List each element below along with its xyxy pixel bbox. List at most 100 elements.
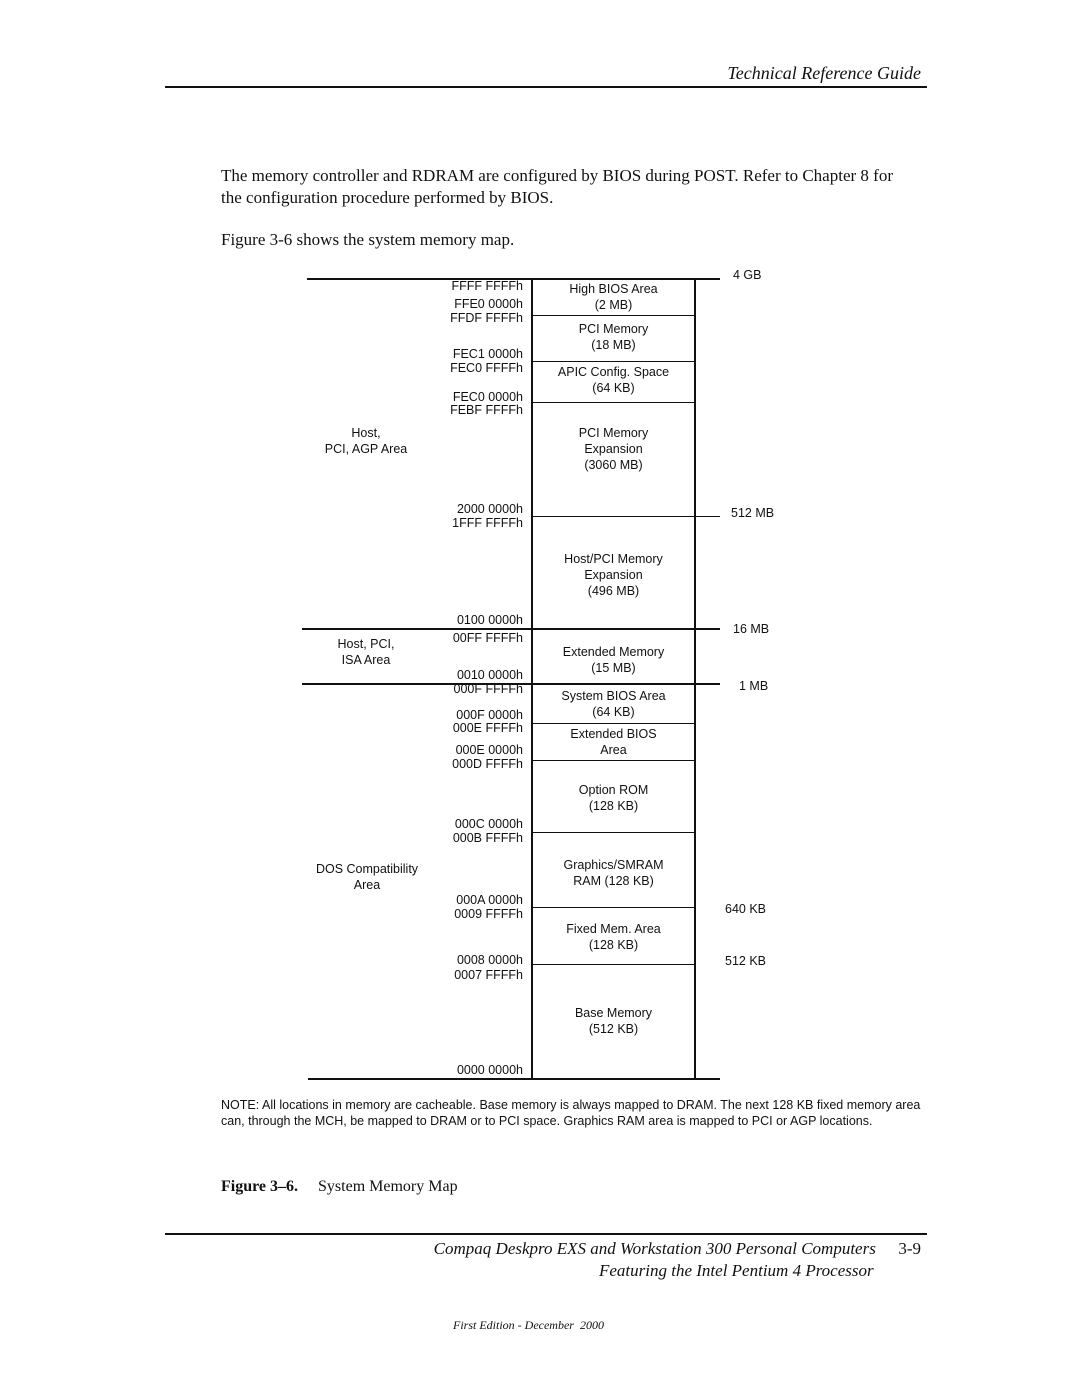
boundary-label-640kb: 640 KB	[725, 902, 767, 916]
area-label-line: PCI, AGP Area	[324, 442, 408, 456]
region-divider	[532, 361, 695, 362]
region-divider	[532, 723, 695, 724]
region-graphics-smram: Graphics/SMRAM RAM (128 KB)	[532, 857, 695, 889]
address-label: 1FFF FFFFh	[452, 516, 523, 530]
area-label-line: DOS Compatibility	[315, 862, 419, 876]
region-size: (496 MB)	[587, 584, 640, 598]
region-name-2: Expansion	[584, 442, 643, 456]
region-size: (128 KB)	[588, 799, 639, 813]
region-divider	[532, 907, 695, 908]
area-label-dos-compatibility: DOS Compatibility Area	[302, 861, 432, 893]
region-extended-bios: Extended BIOS Area	[532, 726, 695, 758]
region-size: (18 MB)	[591, 338, 636, 352]
region-fixed-memory: Fixed Mem. Area (128 KB)	[532, 921, 695, 953]
region-size: (512 KB)	[588, 1022, 639, 1036]
region-size: (64 KB)	[592, 705, 635, 719]
boundary-line-512mb	[532, 516, 720, 517]
address-label: FEC1 0000h	[452, 347, 523, 361]
region-size: RAM (128 KB)	[573, 874, 654, 888]
edition-label: First Edition - December 2000	[453, 1318, 604, 1332]
region-divider	[532, 760, 695, 761]
address-label: 000A 0000h	[456, 893, 523, 907]
address-label: 000B FFFFh	[452, 831, 523, 845]
region-system-bios: System BIOS Area (64 KB)	[532, 688, 695, 720]
region-high-bios: High BIOS Area (2 MB)	[532, 281, 695, 313]
boundary-label-1mb: 1 MB	[739, 679, 769, 693]
address-label: FEBF FFFFh	[450, 403, 523, 417]
boundary-line-16mb	[302, 628, 720, 630]
footer-title-line-1: Compaq Deskpro EXS and Workstation 300 P…	[434, 1239, 921, 1259]
region-base-memory: Base Memory (512 KB)	[532, 1005, 695, 1037]
boundary-label-512kb: 512 KB	[725, 954, 767, 968]
body-paragraph-1: The memory controller and RDRAM are conf…	[221, 165, 941, 209]
region-name-2: Expansion	[584, 568, 643, 582]
address-label: 0008 0000h	[456, 953, 523, 967]
region-pci-memory-expansion: PCI Memory Expansion (3060 MB)	[532, 425, 695, 473]
region-name: System BIOS Area	[561, 689, 666, 703]
address-label: 000E FFFFh	[452, 721, 523, 735]
area-label-line: ISA Area	[341, 653, 391, 667]
region-divider	[532, 964, 695, 965]
figure-caption-label: Figure 3–6.	[221, 1178, 299, 1195]
region-size: (15 MB)	[591, 661, 636, 675]
region-name: Graphics/SMRAM	[563, 858, 664, 872]
region-pci-memory: PCI Memory (18 MB)	[532, 321, 695, 353]
address-label: 000F FFFFh	[453, 682, 523, 696]
address-label: 000E 0000h	[455, 743, 523, 757]
region-name: PCI Memory	[578, 426, 649, 440]
footer-title-line-2: Featuring the Intel Pentium 4 Processor	[599, 1261, 874, 1280]
region-host-pci-memory-expansion: Host/PCI Memory Expansion (496 MB)	[532, 551, 695, 599]
memory-column-left-edge	[531, 278, 533, 1080]
region-size: (128 KB)	[588, 938, 639, 952]
area-label-host-pci-isa: Host, PCI, ISA Area	[306, 636, 426, 668]
region-size: (3060 MB)	[584, 458, 643, 472]
address-label: FEC0 0000h	[452, 390, 523, 404]
region-name: Option ROM	[578, 783, 649, 797]
body-paragraph-2: Figure 3-6 shows the system memory map.	[221, 230, 515, 249]
region-size: (2 MB)	[594, 298, 633, 312]
boundary-label-4gb: 4 GB	[733, 268, 762, 282]
region-name: Base Memory	[574, 1006, 653, 1020]
address-label: FFE0 0000h	[454, 297, 523, 311]
region-apic-config: APIC Config. Space (64 KB)	[532, 364, 695, 396]
region-name: PCI Memory	[578, 322, 649, 336]
boundary-line-bottom	[308, 1078, 720, 1080]
region-name: Extended Memory	[562, 645, 665, 659]
area-label-host-pci-agp: Host, PCI, AGP Area	[306, 425, 426, 457]
figure-caption: Figure 3–6. System Memory Map	[221, 1178, 458, 1196]
address-label: 0010 0000h	[456, 668, 523, 682]
area-label-line: Host, PCI,	[337, 637, 395, 651]
address-label: FFDF FFFFh	[450, 311, 523, 325]
region-extended-memory: Extended Memory (15 MB)	[532, 644, 695, 676]
boundary-label-512mb: 512 MB	[731, 506, 775, 520]
region-name: High BIOS Area	[569, 282, 658, 296]
area-label-line: Host,	[351, 426, 381, 440]
address-label: 000C 0000h	[454, 817, 523, 831]
region-option-rom: Option ROM (128 KB)	[532, 782, 695, 814]
region-size: Area	[600, 743, 627, 757]
footer-book-title: Compaq Deskpro EXS and Workstation 300 P…	[433, 1239, 876, 1258]
page-number: 3-9	[898, 1239, 921, 1258]
header-rule	[165, 86, 927, 88]
running-header-title: Technical Reference Guide	[727, 63, 921, 83]
body-paragraph-1-line-2: the configuration procedure performed by…	[221, 188, 554, 207]
memory-column-right-edge	[694, 278, 696, 1080]
figure-note: NOTE: All locations in memory are cachea…	[221, 1098, 921, 1128]
address-label: FEC0 FFFFh	[450, 361, 523, 375]
address-label: 000F 0000h	[456, 708, 523, 722]
figure-caption-title: System Memory Map	[318, 1178, 458, 1195]
address-label: 0000 0000h	[456, 1063, 523, 1077]
region-divider	[532, 315, 695, 316]
region-size: (64 KB)	[592, 381, 635, 395]
body-paragraph-1-line-1: The memory controller and RDRAM are conf…	[221, 166, 893, 185]
address-label: 2000 0000h	[456, 502, 523, 516]
address-label: 000D FFFFh	[452, 757, 523, 771]
footer-rule	[165, 1233, 927, 1235]
region-divider	[532, 832, 695, 833]
region-name: Host/PCI Memory	[564, 552, 663, 566]
address-label: 0007 FFFFh	[454, 968, 523, 982]
address-label: FFFF FFFFh	[451, 279, 523, 293]
region-name: APIC Config. Space	[557, 365, 670, 379]
region-name: Fixed Mem. Area	[566, 922, 661, 936]
area-label-line: Area	[353, 878, 381, 892]
